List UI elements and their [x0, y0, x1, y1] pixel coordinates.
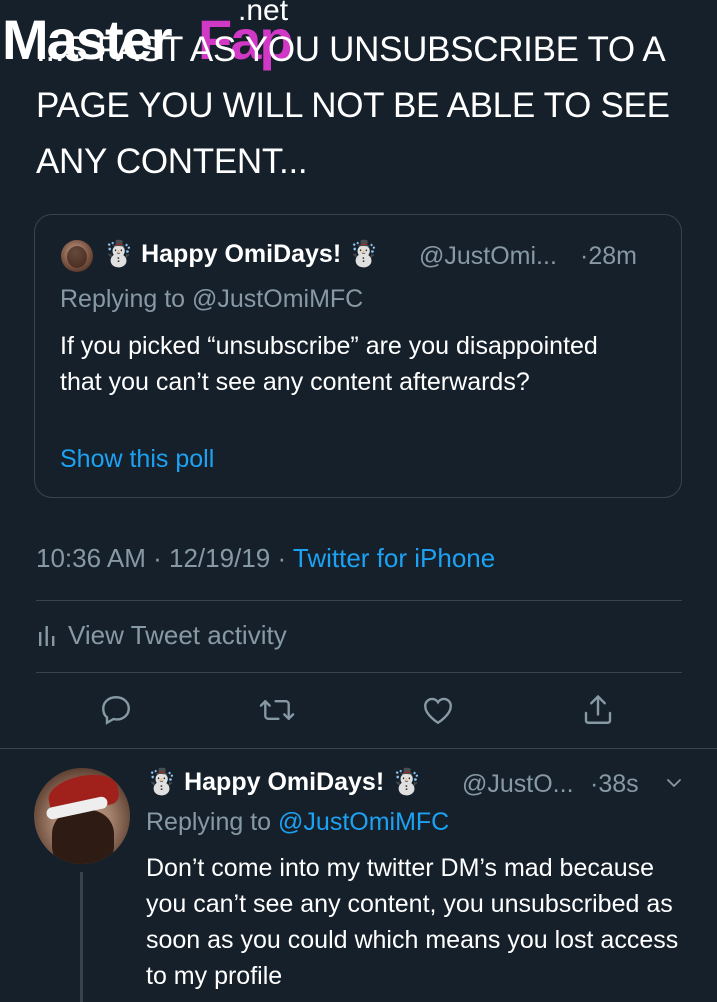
tweet-meta: 10:36 AM · 12/19/19 · Twitter for iPhone — [36, 543, 495, 574]
reply-name-text: Happy OmiDays! — [184, 768, 385, 796]
tweet-date: 12/19/19 — [169, 543, 271, 573]
tweet-action-bar — [0, 690, 717, 740]
reply-icon[interactable] — [96, 690, 136, 730]
divider — [36, 600, 682, 601]
quoted-tweet-card[interactable]: ☃️ Happy OmiDays! ☃️ @JustOmi... ·28m Re… — [34, 214, 682, 498]
reply-display-name[interactable]: ☃️ Happy OmiDays! ☃️ — [146, 768, 422, 797]
view-tweet-activity[interactable]: View Tweet activity — [38, 620, 287, 653]
quoted-display-name[interactable]: ☃️ Happy OmiDays! ☃️ — [103, 240, 379, 269]
retweet-icon[interactable] — [257, 690, 297, 730]
quoted-handle: @JustOmi... — [419, 242, 557, 270]
tweet-text: ...S FAST AS YOU UNSUBSCRIBE TO A PAGE Y… — [36, 30, 670, 181]
snowman-emoji-icon: ☃️ — [146, 768, 178, 796]
reply-body: Don’t come into my twitter DM’s mad beca… — [146, 854, 679, 990]
share-icon[interactable] — [578, 690, 618, 730]
snowman-emoji-icon: ☃️ — [103, 240, 135, 268]
reply-timestamp: ·38s — [590, 770, 639, 798]
snowman-emoji-icon: ☃️ — [391, 768, 423, 796]
activity-label: View Tweet activity — [68, 620, 287, 650]
reply-handle: @JustO... — [462, 770, 574, 798]
section-divider — [0, 748, 717, 749]
reply-replying-to: Replying to @JustOmiMFC — [146, 808, 449, 837]
quoted-timestamp: ·28m — [580, 242, 637, 270]
snowman-emoji-icon: ☃️ — [348, 240, 380, 268]
activity-bars-icon — [38, 622, 56, 653]
thread-line — [80, 872, 83, 1002]
replying-prefix: Replying to — [146, 808, 272, 836]
chevron-down-icon[interactable] — [664, 773, 684, 793]
show-poll-link[interactable]: Show this poll — [60, 445, 214, 474]
tweet-time: 10:36 AM — [36, 543, 146, 573]
reply-mention-link[interactable]: @JustOmiMFC — [278, 808, 449, 836]
reply-avatar[interactable] — [34, 768, 130, 864]
quoted-replying-to: Replying to @JustOmiMFC — [60, 285, 364, 313]
meta-separator: · — [153, 543, 162, 573]
heart-icon[interactable] — [418, 690, 458, 730]
meta-separator: · — [277, 543, 287, 573]
quoted-avatar[interactable] — [61, 240, 93, 272]
tweet-source-link[interactable]: Twitter for iPhone — [293, 543, 495, 573]
divider — [36, 672, 682, 673]
quoted-body: If you picked “unsubscribe” are you disa… — [60, 332, 598, 396]
quoted-name-text: Happy OmiDays! — [141, 240, 342, 268]
